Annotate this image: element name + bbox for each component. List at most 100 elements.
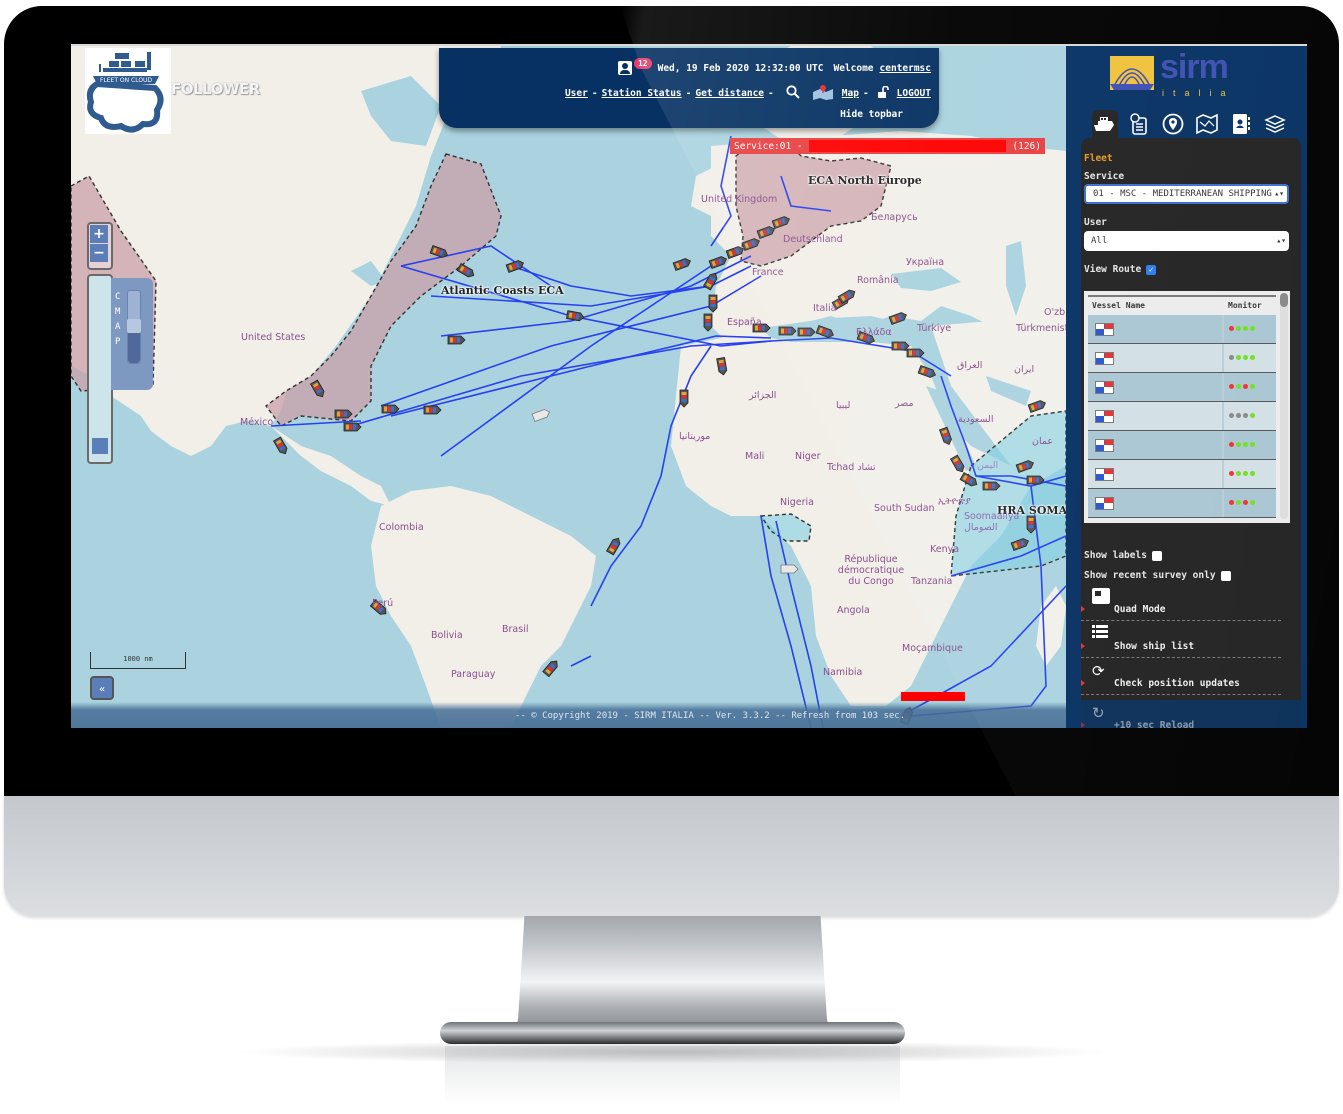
ship-cloud-icon: FLEET ON CLOUD [86,52,164,133]
service-select[interactable]: 01 - MSC - MEDITERRANEAN SHIPPING C ▴▾ [1084,184,1289,204]
status-dot-green [1250,442,1255,447]
ship-icon[interactable] [1092,110,1118,138]
show-recent-checkbox[interactable] [1220,570,1231,581]
footer-redacted-mark [901,692,965,701]
column-divider [1222,489,1224,517]
status-dot-green [1250,355,1255,360]
scrollbar-thumb[interactable] [1280,293,1288,307]
username-link[interactable]: centermsc [880,63,931,74]
vessel-marker-icon [334,409,353,419]
layer-toggle-button[interactable] [92,438,108,454]
zone-label-eca-north-europe: ECA North Europe [808,174,922,187]
search-icon[interactable] [786,85,800,102]
select-arrows-icon: ▴▾ [1274,231,1286,251]
hide-topbar-button[interactable]: Hide topbar [840,109,903,120]
map-label-country: Angola [837,605,870,616]
sirm-subtitle: italia [1162,88,1235,98]
status-dot-red [1229,471,1234,476]
map-label-country: ليبيا [836,400,851,411]
contacts-book-icon[interactable] [1228,110,1254,138]
refresh-icon: ⟳ [1092,662,1105,680]
map-label-country: España [727,317,762,328]
fleet-on-cloud-logo[interactable]: FLEET ON CLOUD [85,48,171,134]
get-distance-link[interactable]: Get distance [695,88,764,99]
vessel-marker-icon [703,313,713,332]
user-link[interactable]: User [565,88,588,99]
reload-label: +10 sec Reload [1114,720,1195,728]
vessel-row[interactable] [1088,315,1276,344]
column-divider [1222,460,1224,488]
status-dot-green [1243,442,1248,447]
follower-logo-text: FOLLOWER [171,80,260,98]
monitor-stand [515,916,830,1036]
vessel-row[interactable] [1088,431,1276,460]
status-dot-green [1236,326,1241,331]
layer-control[interactable] [87,274,113,464]
collapse-panel-button[interactable]: « [90,676,114,700]
bullet-icon [1081,680,1085,686]
vessel-row[interactable] [1088,344,1276,373]
bullet-icon [1081,722,1085,728]
welcome-label: Welcome [833,62,874,74]
vessel-row[interactable] [1088,460,1276,489]
zoom-in-button[interactable]: + [90,225,108,243]
view-route-checkbox[interactable]: ✓ [1146,264,1157,275]
separator: - [685,88,692,99]
vessel-table-scrollbar[interactable] [1280,293,1288,519]
map-label-country: ኢትዮጵያ [938,496,971,507]
map-label-country: Mali [745,451,765,462]
show-labels-row: Show labels [1084,550,1162,561]
map-canvas[interactable]: ECA North Europe Atlantic Coasts ECA HRA… [71,46,1066,728]
cmap-letter: P [115,337,121,347]
vessel-row[interactable] [1088,489,1276,518]
station-status-link[interactable]: Station Status [602,88,682,99]
map-label-country: Nigeria [780,497,814,508]
map-pin-icon[interactable] [1160,110,1186,138]
map-link[interactable]: Map [842,88,859,99]
layers-icon[interactable] [1262,110,1288,138]
bullet-icon [1081,643,1085,649]
map-label-country: ايران [1014,364,1035,375]
vessel-row[interactable] [1088,373,1276,402]
quad-mode-menu-item[interactable]: Quad Mode [1081,586,1281,621]
status-dot-gray [1243,413,1248,418]
view-route-row: View Route ✓ [1084,264,1157,275]
map-icon[interactable] [812,84,834,103]
logout-link[interactable]: LOGOUT [897,88,931,99]
map-label-country: Tanzania [911,576,953,587]
map-label-country: الجزائر [749,390,777,401]
status-dot-green [1250,500,1255,505]
clipboard-clock-icon[interactable] [1126,110,1152,138]
check-position-updates-label: Check position updates [1114,678,1240,689]
vessel-marker-inactive-icon [780,564,799,574]
panama-flag-icon [1095,497,1114,510]
user-select[interactable]: All ▴▾ [1084,231,1289,251]
map-label-country: Türkiye [917,323,952,334]
vessel-row[interactable] [1088,402,1276,431]
panama-flag-icon [1095,439,1114,452]
reload-menu-item[interactable]: ↻ +10 sec Reload [1081,702,1281,728]
column-divider [1222,402,1224,430]
col-monitor[interactable]: Monitor [1228,301,1262,310]
folded-map-icon[interactable] [1194,110,1220,138]
zoom-out-button[interactable]: − [90,244,108,262]
col-vessel-name[interactable]: Vessel Name [1092,301,1145,310]
vessel-marker-icon [423,405,442,415]
cmap-opacity-slider[interactable] [127,290,141,364]
check-position-updates-menu-item[interactable]: ⟳ Check position updates [1081,660,1281,695]
map-label-country: Brasil [502,624,529,635]
notification-badge[interactable]: 12 [633,57,652,69]
service-bar-label: Service:01 - [734,140,803,152]
status-dot-gray [1236,413,1241,418]
map-label-country: Niger [795,451,821,462]
status-dot-red [1229,326,1234,331]
map-label-country: عمان [1032,436,1054,447]
service-bar[interactable]: Service:01 - (126) [730,138,1045,154]
monitor-status-indicators [1229,471,1255,476]
contacts-icon[interactable] [617,61,632,75]
show-labels-checkbox[interactable] [1151,550,1162,561]
cmap-slider-handle[interactable] [127,319,141,333]
map-label-country: România [857,275,899,286]
status-dot-green [1250,384,1255,389]
show-ship-list-menu-item[interactable]: Show ship list [1081,623,1281,658]
